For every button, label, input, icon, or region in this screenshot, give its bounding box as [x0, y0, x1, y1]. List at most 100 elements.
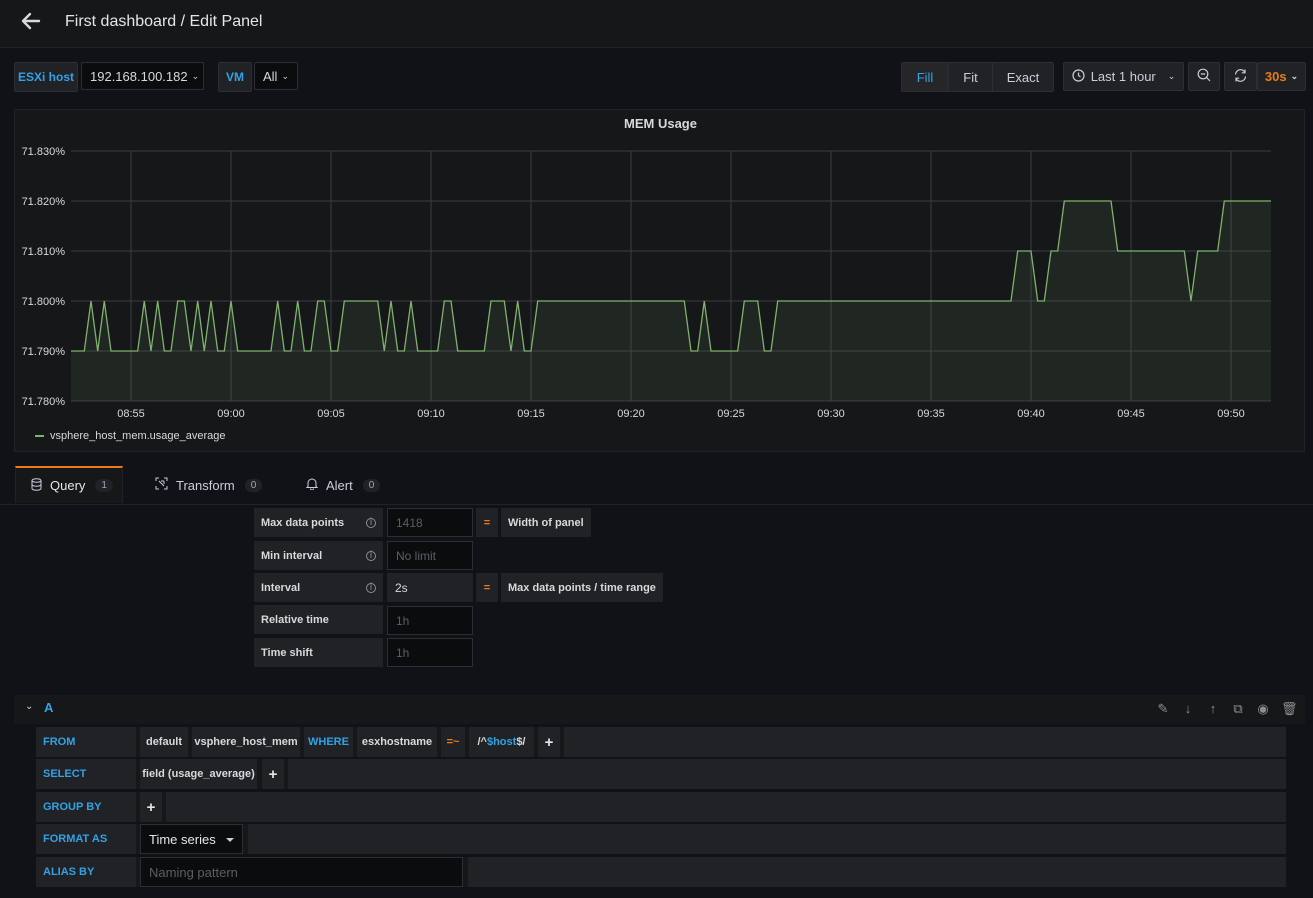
query-letter[interactable]: A [44, 700, 53, 715]
option-label-text: Max data points [261, 516, 345, 529]
query-actions: ✎ ↓ ↑ ⧉ ◉ 🗑 [1156, 701, 1298, 717]
format-as-keyword: FORMAT AS [36, 824, 136, 854]
variable-label-esxi-host: ESXi host [14, 62, 78, 92]
page-title: First dashboard / Edit Panel [65, 13, 263, 30]
group-by-row: GROUP BY + [36, 792, 1286, 822]
tab-count: 0 [244, 478, 263, 492]
tag-value-segment[interactable]: /^ $host $/ [469, 727, 534, 757]
measurement-segment[interactable]: vsphere_host_mem [192, 727, 300, 757]
back-arrow-icon[interactable] [20, 10, 44, 36]
tag-value-variable: $host [486, 736, 517, 748]
chevron-down-icon: ⌄ [281, 70, 289, 81]
row-filler [468, 857, 1286, 887]
x-tick-label: 09:15 [517, 408, 545, 420]
refresh-interval-picker[interactable]: 30s ⌄ [1257, 62, 1306, 91]
time-range-picker[interactable]: Last 1 hour ⌄ [1063, 62, 1184, 91]
min-interval-input[interactable]: No limit [387, 541, 473, 570]
select-keyword: SELECT [36, 759, 136, 789]
alias-by-keyword: ALIAS BY [36, 857, 136, 887]
zoom-out-icon [1197, 68, 1211, 85]
tab-label: Alert [326, 477, 353, 493]
chevron-down-icon: ⌄ [1290, 71, 1299, 81]
tab-query[interactable]: Query 1 [15, 466, 123, 503]
x-tick-label: 09:05 [317, 408, 345, 420]
refresh-icon [1233, 68, 1248, 86]
equals-sign: = [476, 573, 498, 602]
alias-by-input[interactable]: Naming pattern [140, 857, 463, 887]
group-by-keyword: GROUP BY [36, 792, 136, 822]
zoom-out-button[interactable] [1188, 62, 1220, 91]
tab-label: Query [50, 478, 86, 493]
graph-panel: MEM Usage 71.830% 71.820% 71.810% 71.800% 71… [14, 109, 1305, 452]
info-icon[interactable]: i [366, 582, 376, 593]
mem-usage-chart[interactable]: 71.830% 71.820% 71.810% 71.800% 71.790% 71.78… [15, 110, 1304, 451]
legend-swatch [35, 435, 44, 437]
x-tick-label: 08:55 [117, 408, 145, 420]
option-label-min-interval: Min interval i [254, 541, 383, 570]
operator-segment[interactable]: =~ [441, 727, 465, 757]
option-label-relative-time: Relative time [254, 605, 383, 634]
tag-key-segment[interactable]: esxhostname [357, 727, 437, 757]
editor-tabs: Query 1 Transform 0 Alert 0 [0, 462, 1313, 505]
duplicate-icon[interactable]: ⧉ [1231, 701, 1245, 717]
tag-value-prefix: /^ [477, 736, 487, 748]
format-as-value: Time series [149, 831, 216, 847]
y-tick-label: 71.780% [22, 396, 66, 408]
trash-icon[interactable]: 🗑 [1281, 701, 1298, 717]
y-tick-label: 71.820% [22, 196, 66, 208]
x-tick-label: 09:20 [617, 408, 645, 420]
variable-select-esxi-host[interactable]: 192.168.100.182 ⌄ [81, 62, 204, 90]
x-tick-label: 09:50 [1217, 408, 1245, 420]
tag-value-suffix: $/ [516, 736, 526, 748]
time-range-label: Last 1 hour [1090, 69, 1156, 84]
variable-value: All [263, 68, 278, 84]
option-note: Width of panel [501, 508, 591, 537]
y-tick-label: 71.810% [22, 246, 66, 258]
retention-policy-segment[interactable]: default [140, 727, 188, 757]
tab-transform[interactable]: Transform 0 [155, 466, 263, 504]
add-group-by-button[interactable]: + [140, 792, 162, 822]
tab-alert[interactable]: Alert 0 [305, 466, 381, 504]
size-mode-group: Fill Fit Exact [901, 62, 1054, 92]
exact-button[interactable]: Exact [993, 63, 1053, 91]
x-tick-label: 09:10 [417, 408, 445, 420]
arrow-down-icon[interactable]: ↓ [1181, 701, 1195, 717]
fit-button[interactable]: Fit [949, 63, 993, 91]
tab-label: Transform [176, 477, 235, 493]
field-segment[interactable]: field (usage_average) [140, 759, 257, 789]
option-label-interval: Interval i [254, 573, 383, 602]
refresh-button[interactable] [1224, 62, 1257, 91]
eye-icon[interactable]: ◉ [1256, 701, 1270, 717]
option-label-max-data-points: Max data points i [254, 508, 383, 537]
x-tick-label: 09:30 [817, 408, 845, 420]
info-icon[interactable]: i [366, 517, 376, 528]
variable-select-vm[interactable]: All ⌄ [254, 62, 298, 90]
collapse-chevron-icon[interactable]: ⌄ [25, 701, 33, 712]
add-condition-button[interactable]: + [538, 727, 560, 757]
time-shift-input[interactable]: 1h [387, 638, 473, 667]
row-filler [248, 824, 1286, 854]
legend-item[interactable]: vsphere_host_mem.usage_average [35, 430, 226, 442]
max-data-points-input[interactable]: 1418 [387, 508, 473, 537]
interval-value: 2s [387, 573, 473, 602]
chevron-down-icon: ⌄ [191, 70, 200, 81]
x-tick-label: 09:35 [917, 408, 945, 420]
add-select-button[interactable]: + [262, 759, 284, 789]
legend-label: vsphere_host_mem.usage_average [50, 430, 226, 442]
select-row: SELECT field (usage_average) + [36, 759, 1286, 789]
info-icon[interactable]: i [366, 550, 376, 561]
transform-icon [155, 477, 168, 493]
format-as-select[interactable]: Time series [140, 824, 243, 854]
variable-label-vm: VM [218, 62, 252, 92]
equals-sign: = [476, 508, 498, 537]
x-tick-label: 09:40 [1017, 408, 1045, 420]
pencil-icon[interactable]: ✎ [1156, 701, 1170, 717]
clock-icon [1072, 68, 1085, 85]
row-filler [564, 727, 1286, 757]
arrow-up-icon[interactable]: ↑ [1206, 701, 1220, 717]
tab-count: 0 [362, 478, 381, 492]
where-keyword: WHERE [304, 727, 353, 757]
option-label-text: Min interval [261, 549, 323, 562]
fill-button[interactable]: Fill [902, 63, 949, 91]
relative-time-input[interactable]: 1h [387, 606, 473, 635]
